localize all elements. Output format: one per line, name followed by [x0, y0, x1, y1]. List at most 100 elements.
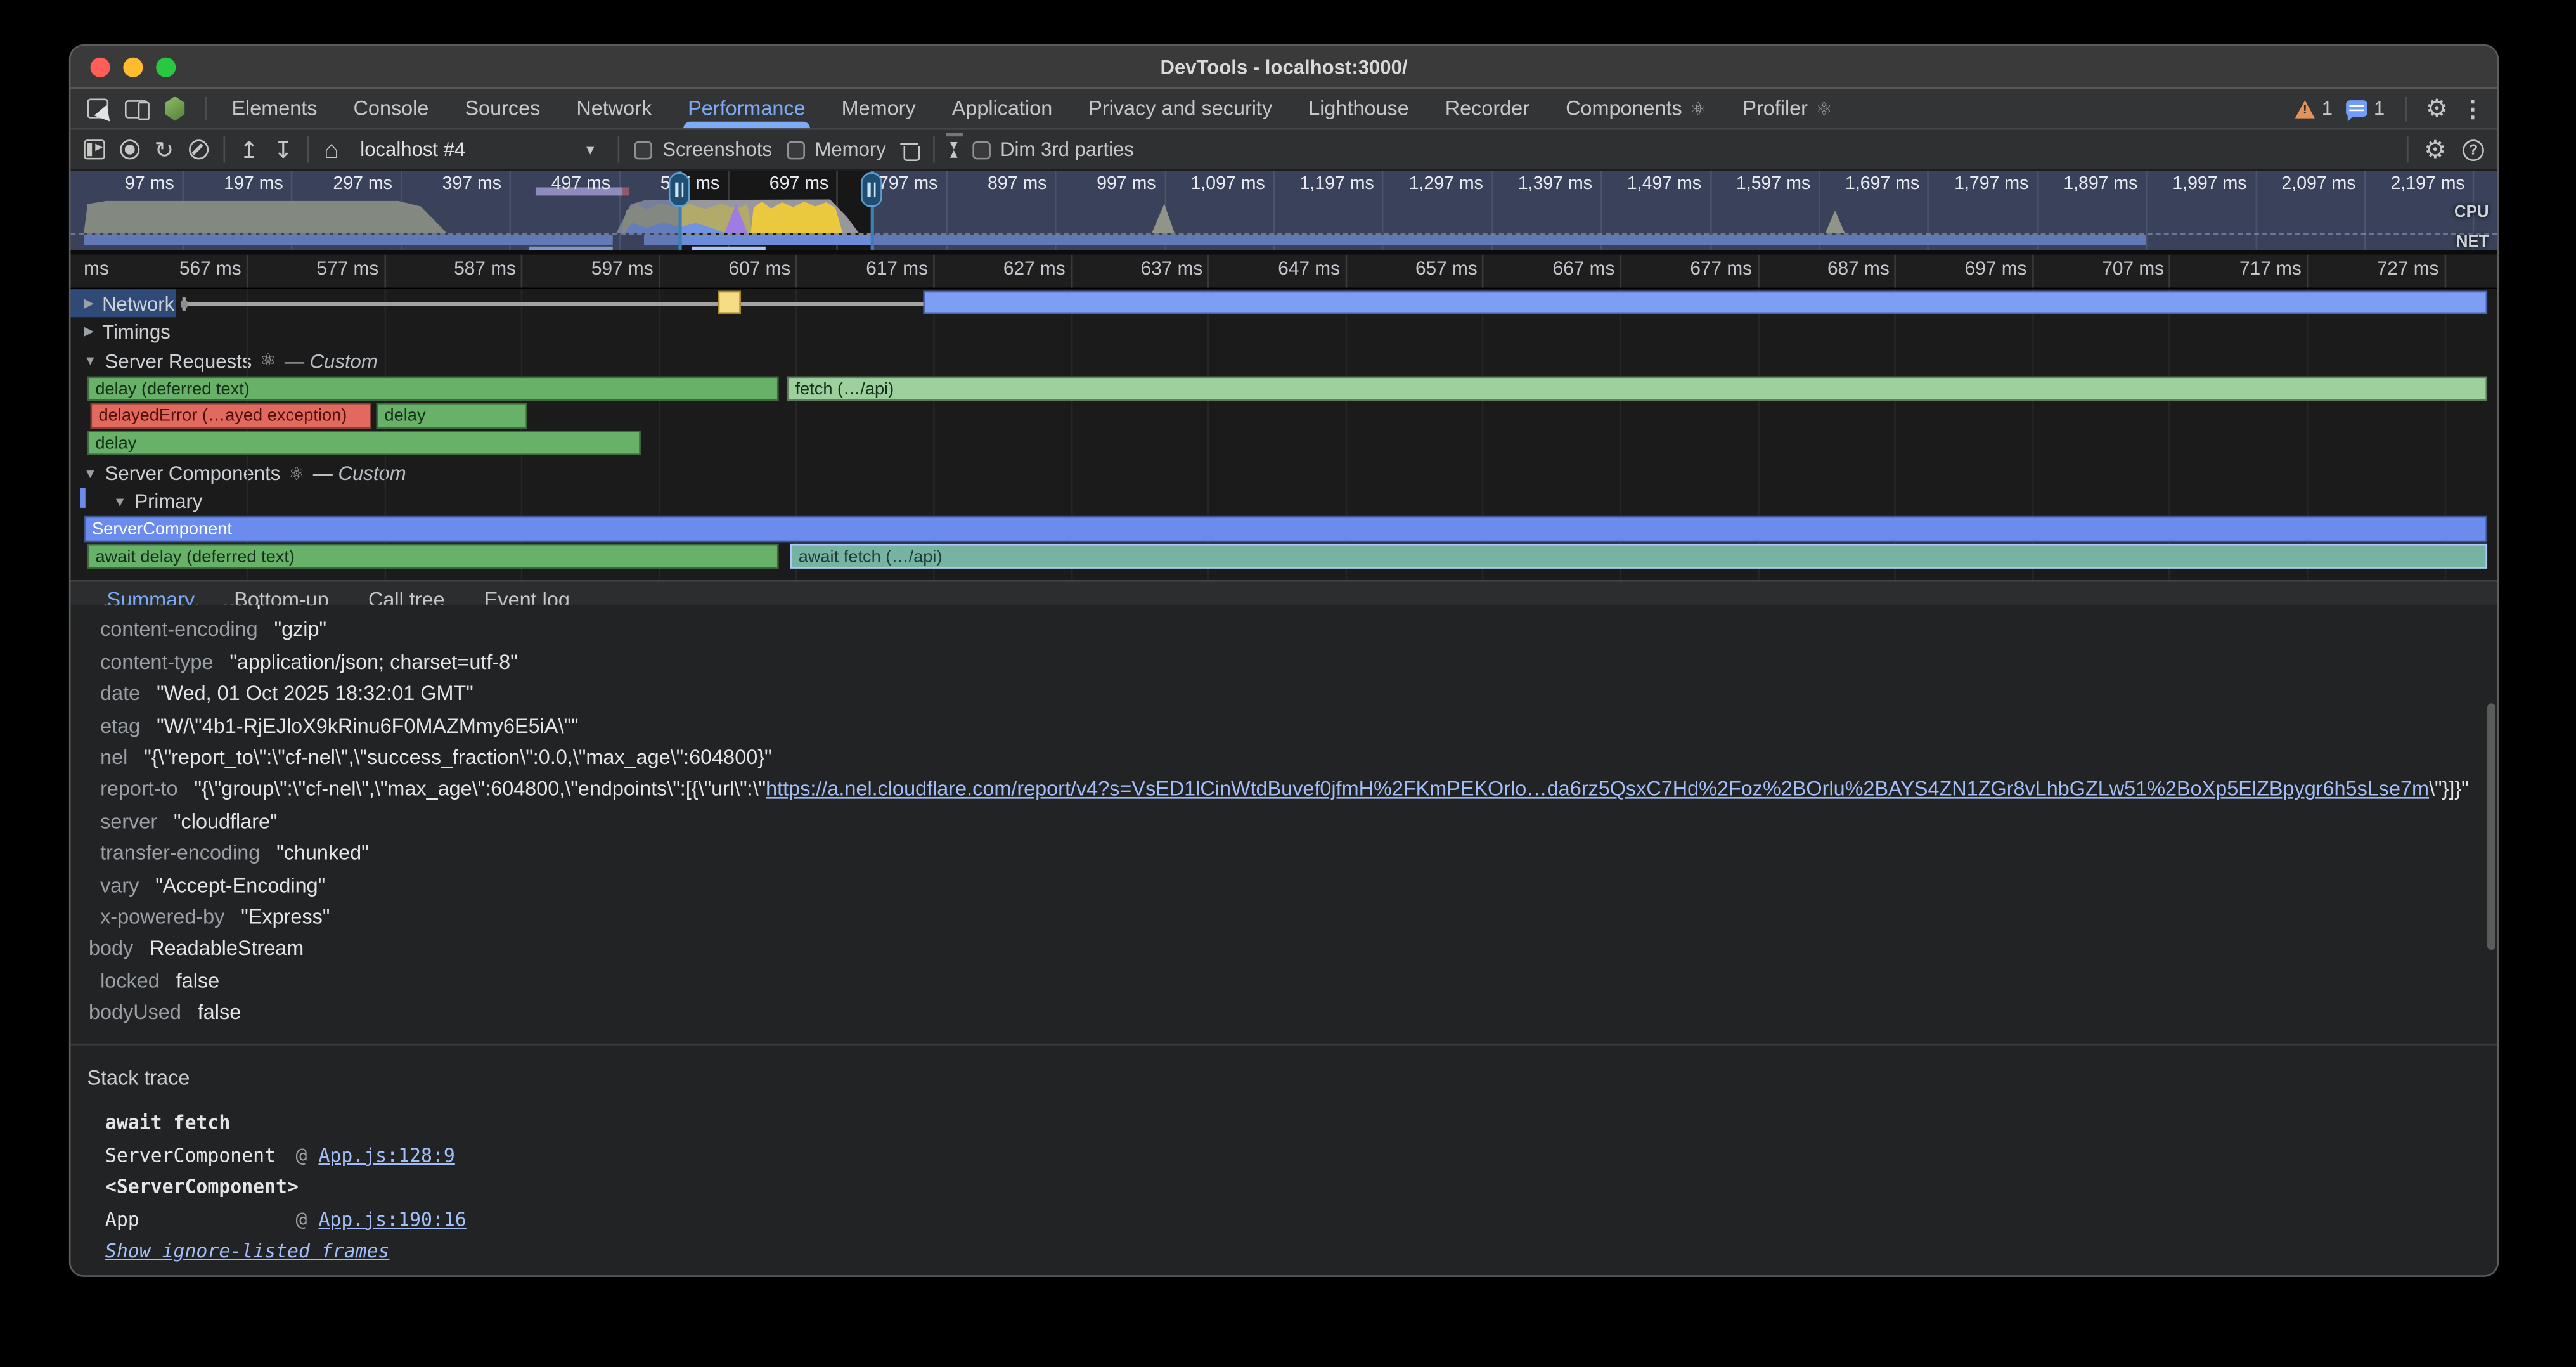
- react-atom-icon: ⚛: [260, 350, 276, 372]
- tab-lighthouse[interactable]: Lighthouse: [1291, 89, 1427, 128]
- garbage-collect-icon[interactable]: [901, 139, 919, 159]
- track-timings-label[interactable]: ▶Timings: [84, 317, 171, 345]
- tab-privacy-and-security[interactable]: Privacy and security: [1071, 89, 1291, 128]
- ruler-unit-label: ms: [84, 260, 109, 280]
- show-ignore-listed-link[interactable]: Show ignore-listed frames: [105, 1239, 390, 1262]
- subgroup-primary[interactable]: ▼Primary: [70, 487, 2497, 515]
- history-select[interactable]: localhost #4 ▼: [354, 135, 603, 165]
- tab-application[interactable]: Application: [934, 89, 1071, 128]
- dim-3rd-parties-checkbox[interactable]: Dim 3rd parties: [972, 138, 1134, 161]
- tab-components[interactable]: Components⚛: [1548, 89, 1725, 128]
- net-lane-label: NET: [2456, 233, 2489, 250]
- ruler-tick-label: 587 ms: [427, 260, 542, 280]
- issues-badge[interactable]: 1: [2346, 97, 2385, 120]
- help-icon[interactable]: ?: [2463, 139, 2484, 160]
- timeline-overview[interactable]: 97 ms197 ms297 ms397 ms497 ms597 ms697 m…: [70, 171, 2497, 250]
- divider: [2406, 136, 2408, 162]
- divider: [2404, 96, 2406, 121]
- tab-performance[interactable]: Performance: [670, 89, 823, 128]
- tab-profiler[interactable]: Profiler⚛: [1725, 89, 1850, 128]
- summary-key: content-type: [100, 651, 213, 673]
- tab-elements[interactable]: Elements: [214, 89, 335, 128]
- network-request-small[interactable]: [718, 291, 741, 314]
- capture-settings-gear-icon[interactable]: ⚙: [2424, 137, 2446, 162]
- timeline-event-selected[interactable]: await fetch (…/api): [790, 543, 2487, 569]
- summary-key: x-powered-by: [100, 905, 224, 928]
- overview-tick-label: 997 ms: [1041, 174, 1156, 194]
- warning-badge[interactable]: 1: [2295, 97, 2333, 120]
- timeline-event[interactable]: fetch (…/api): [787, 375, 2487, 401]
- react-atom-icon: ⚛: [288, 463, 305, 484]
- track-timings[interactable]: ▶Timings: [70, 317, 2497, 345]
- tab-label: Elements: [231, 97, 317, 120]
- collapse-icon[interactable]: ▾▴: [950, 141, 958, 158]
- clear-icon[interactable]: [188, 139, 208, 159]
- tab-sources[interactable]: Sources: [447, 89, 558, 128]
- selection-handle-left[interactable]: [669, 172, 690, 207]
- overview-tick-label: 497 ms: [496, 174, 610, 194]
- ruler-tick-label: 647 ms: [1251, 260, 1366, 280]
- stack-frame-link[interactable]: App.js:128:9: [318, 1144, 454, 1167]
- timeline-event[interactable]: delayedError (…ayed exception): [91, 403, 371, 428]
- tab-recorder[interactable]: Recorder: [1427, 89, 1547, 128]
- summary-key: content-encoding: [100, 619, 258, 642]
- chevron-right-icon[interactable]: ▶: [84, 296, 94, 311]
- summary-value: "{\"group\":\"cf-nel\",\"max_age\":60480…: [194, 778, 2468, 801]
- track-group-server-components[interactable]: ▼Server Components⚛— Custom: [70, 459, 2497, 487]
- ruler-tick-label: 617 ms: [839, 260, 954, 280]
- network-request-main[interactable]: [924, 291, 2487, 314]
- timeline-event[interactable]: ServerComponent: [84, 516, 2487, 541]
- save-profile-icon[interactable]: ↧: [273, 138, 292, 161]
- track-network-label[interactable]: ▶ Network: [84, 289, 174, 317]
- kebab-menu-icon[interactable]: ⋮: [2461, 94, 2484, 122]
- report-to-link[interactable]: https://a.nel.cloudflare.com/report/v4?s…: [766, 778, 2429, 801]
- divider: [934, 136, 936, 162]
- record-and-reload-icon[interactable]: ↻: [155, 138, 174, 161]
- selection-handle-right[interactable]: [861, 172, 882, 207]
- tab-console[interactable]: Console: [335, 89, 447, 128]
- chevron-down-icon[interactable]: ▼: [84, 353, 97, 368]
- checkbox-box: [634, 141, 653, 159]
- timeline-event[interactable]: await delay (deferred text): [87, 543, 778, 569]
- summary-key: vary: [100, 874, 139, 897]
- summary-row: date"Wed, 01 Oct 2025 18:32:01 GMT": [70, 679, 2497, 711]
- load-profile-icon[interactable]: ↥: [240, 138, 259, 161]
- overview-tick-label: 897 ms: [932, 174, 1046, 194]
- sidebar-toggle-icon[interactable]: [84, 139, 105, 159]
- stack-frame-function: await fetch: [105, 1108, 296, 1140]
- screenshots-checkbox[interactable]: Screenshots: [634, 138, 772, 161]
- inspect-icon[interactable]: [87, 99, 108, 119]
- track-bar-row: delayedError (…ayed exception)delay: [70, 402, 2497, 429]
- overview-tick-label: 597 ms: [605, 174, 719, 194]
- chevron-down-icon[interactable]: ▼: [113, 494, 127, 509]
- summary-key: transfer-encoding: [100, 841, 260, 864]
- chevron-down-icon[interactable]: ▼: [84, 466, 97, 481]
- node-icon[interactable]: [164, 96, 186, 121]
- settings-gear-icon[interactable]: ⚙: [2426, 96, 2448, 121]
- scrollbar-thumb[interactable]: [2487, 703, 2496, 950]
- ruler-tick-label: 637 ms: [1114, 260, 1229, 280]
- timeline-event[interactable]: delay: [377, 403, 527, 428]
- device-toolbar-icon[interactable]: [125, 100, 148, 118]
- memory-checkbox[interactable]: Memory: [787, 138, 886, 161]
- overview-tick-label: 1,997 ms: [2132, 174, 2246, 194]
- tab-network[interactable]: Network: [558, 89, 670, 128]
- stack-frame-link[interactable]: App.js:190:16: [318, 1207, 466, 1230]
- live-metrics-home-icon[interactable]: ⌂: [324, 137, 338, 162]
- track-network[interactable]: ▶ Network: [70, 289, 2497, 317]
- chevron-right-icon[interactable]: ▶: [84, 324, 94, 339]
- summary-key: connection: [100, 605, 200, 610]
- summary-row: vary"Accept-Encoding": [70, 870, 2497, 902]
- summary-row: lockedfalse: [70, 966, 2497, 997]
- track-group-suffix: — Custom: [313, 462, 406, 484]
- overview-tick-label: 2,097 ms: [2241, 174, 2355, 194]
- record-icon[interactable]: [120, 139, 139, 159]
- timeline-tracks: ▶ Network ▶Timings▼Server Requests⚛— Custo…: [70, 289, 2497, 580]
- summary-row: connection"keep-alive": [70, 605, 2497, 616]
- tab-memory[interactable]: Memory: [823, 89, 934, 128]
- cpu-lane-label: CPU: [2454, 204, 2489, 222]
- track-group-server-requests[interactable]: ▼Server Requests⚛— Custom: [70, 347, 2497, 375]
- timeline-event[interactable]: delay: [87, 430, 640, 455]
- track-label-text: Network: [102, 292, 174, 314]
- timeline-event[interactable]: delay (deferred text): [87, 375, 778, 401]
